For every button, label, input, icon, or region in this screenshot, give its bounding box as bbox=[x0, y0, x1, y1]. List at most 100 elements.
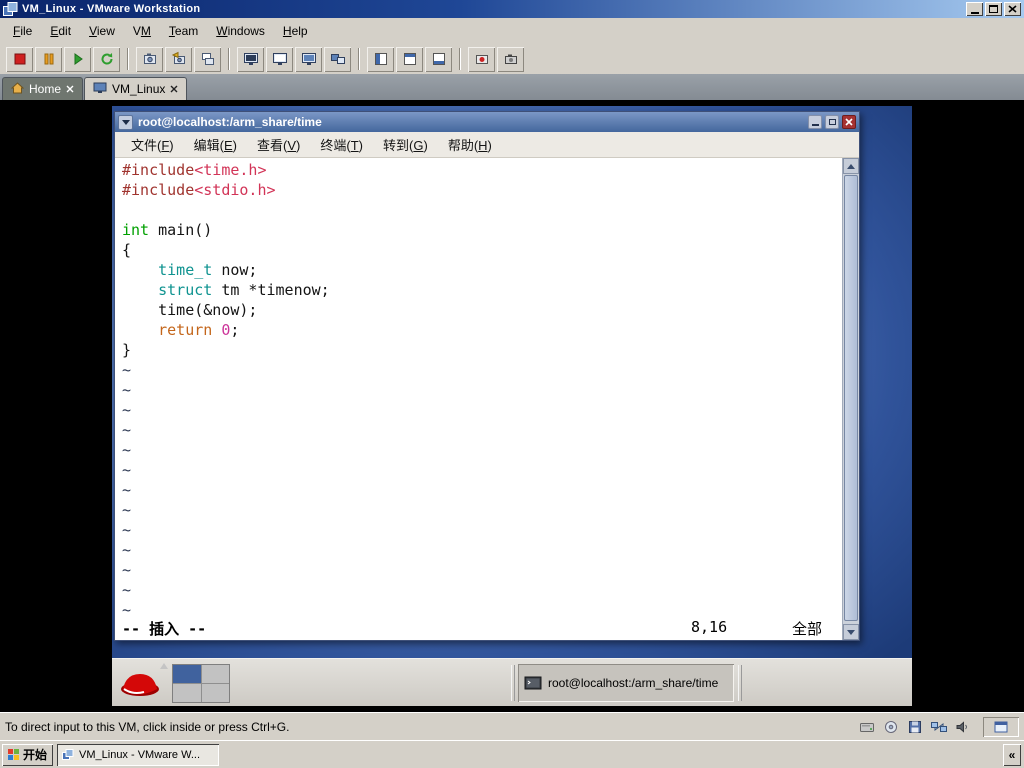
show-sidebar-icon bbox=[374, 53, 387, 65]
menu-help[interactable]: Help bbox=[274, 19, 317, 43]
show-sidebar-button[interactable] bbox=[367, 46, 394, 72]
close-icon bbox=[1008, 5, 1017, 13]
terminal-body: #include<time.h> #include<stdio.h> int ma… bbox=[115, 158, 859, 640]
window-list-label: root@localhost:/arm_share/time bbox=[548, 676, 719, 690]
snapshot-button[interactable] bbox=[136, 46, 163, 72]
hard-disk-icon[interactable] bbox=[857, 718, 877, 736]
tab-vm-linux[interactable]: VM_Linux bbox=[84, 77, 188, 100]
vim-status-line: -- 插入 -- 8,16 全部 bbox=[115, 616, 842, 640]
vm-desktop[interactable]: root@localhost:/arm_share/time 文件(F) 编辑(E… bbox=[112, 106, 912, 658]
terminal-close-button[interactable] bbox=[842, 115, 856, 129]
tab-bar: Home VM_Linux bbox=[0, 74, 1024, 100]
terminal-titlebar[interactable]: root@localhost:/arm_share/time bbox=[115, 112, 859, 132]
menu-vm[interactable]: VM bbox=[124, 19, 160, 43]
terminal-window: root@localhost:/arm_share/time 文件(F) 编辑(E… bbox=[114, 111, 860, 641]
tilde-line: ~ bbox=[122, 381, 132, 399]
code-line: #include<time.h> bbox=[122, 161, 267, 179]
terminal-scrollbar[interactable] bbox=[842, 158, 859, 640]
menu-help[interactable]: 帮助(H) bbox=[438, 132, 502, 157]
terminal-menubar: 文件(F) 编辑(E) 查看(V) 终端(T) 转到(G) 帮助(H) bbox=[115, 132, 859, 158]
suspend-icon bbox=[44, 53, 53, 65]
window-list-button[interactable]: root@localhost:/arm_share/time bbox=[518, 664, 734, 702]
arrow-down-icon bbox=[847, 629, 855, 635]
restore-button[interactable] bbox=[985, 2, 1002, 16]
vmware-tools-icon bbox=[994, 721, 1008, 732]
code-line: } bbox=[122, 341, 132, 359]
windows-logo-icon bbox=[8, 749, 19, 760]
window-title: VM_Linux - VMware Workstation bbox=[22, 3, 201, 15]
capture-screen-button[interactable] bbox=[497, 46, 524, 72]
vmware-status-bar: To direct input to this VM, click inside… bbox=[0, 712, 1024, 740]
tab-home[interactable]: Home bbox=[2, 77, 84, 100]
menu-terminal[interactable]: 终端(T) bbox=[310, 132, 373, 157]
full-screen-button[interactable] bbox=[295, 46, 322, 72]
workspace-4[interactable] bbox=[201, 684, 229, 702]
console-view-button[interactable] bbox=[237, 46, 264, 72]
snapshot-manager-button[interactable] bbox=[194, 46, 221, 72]
quick-switch-button[interactable] bbox=[324, 46, 351, 72]
floppy-icon[interactable] bbox=[905, 718, 925, 736]
show-status-bar-button[interactable] bbox=[425, 46, 452, 72]
scroll-up-button[interactable] bbox=[843, 158, 859, 174]
sound-adapter-icon[interactable] bbox=[953, 718, 973, 736]
start-button[interactable]: 开始 bbox=[2, 743, 54, 766]
tab-close-icon[interactable] bbox=[170, 85, 178, 93]
menu-view[interactable]: 查看(V) bbox=[247, 132, 310, 157]
vmware-task-icon bbox=[62, 748, 74, 760]
revert-snapshot-button[interactable] bbox=[165, 46, 192, 72]
workspace-3[interactable] bbox=[173, 684, 201, 702]
tilde-line: ~ bbox=[122, 601, 132, 616]
show-tabs-icon bbox=[403, 53, 416, 65]
menu-arrow-icon bbox=[160, 663, 168, 669]
menu-team[interactable]: Team bbox=[160, 19, 207, 43]
full-screen-icon bbox=[301, 53, 316, 65]
code-line: { bbox=[122, 241, 132, 259]
revert-snapshot-icon bbox=[171, 51, 185, 64]
suspend-button[interactable] bbox=[35, 46, 62, 72]
reset-button[interactable] bbox=[93, 46, 120, 72]
main-menu-button[interactable] bbox=[117, 661, 163, 705]
show-tabs-button[interactable] bbox=[396, 46, 423, 72]
network-adapter-icon[interactable] bbox=[929, 718, 949, 736]
code-line: #include<stdio.h> bbox=[122, 181, 276, 199]
menu-windows[interactable]: Windows bbox=[207, 19, 274, 43]
power-on-button[interactable] bbox=[64, 46, 91, 72]
terminal-maximize-button[interactable] bbox=[825, 115, 839, 129]
menu-edit[interactable]: 编辑(E) bbox=[184, 132, 247, 157]
menu-file[interactable]: 文件(F) bbox=[121, 132, 184, 157]
capture-movie-button[interactable] bbox=[468, 46, 495, 72]
home-icon bbox=[10, 81, 25, 97]
menu-view[interactable]: View bbox=[80, 19, 124, 43]
scroll-down-button[interactable] bbox=[843, 624, 859, 640]
close-button[interactable] bbox=[1004, 2, 1021, 16]
vm-screen[interactable]: root@localhost:/arm_share/time 文件(F) 编辑(E… bbox=[112, 106, 912, 706]
panel-handle[interactable] bbox=[511, 665, 515, 701]
toolbar-separator bbox=[127, 48, 129, 70]
scrollbar-thumb[interactable] bbox=[844, 175, 858, 621]
terminal-title: root@localhost:/arm_share/time bbox=[138, 115, 322, 129]
taskbar-task-button[interactable]: VM_Linux - VMware W... bbox=[57, 743, 220, 766]
tilde-line: ~ bbox=[122, 401, 132, 419]
workspace-2[interactable] bbox=[201, 665, 229, 683]
minimize-button[interactable] bbox=[966, 2, 983, 16]
tray-overflow-button[interactable]: « bbox=[1003, 743, 1021, 766]
cd-rom-icon[interactable] bbox=[881, 718, 901, 736]
toolbar-separator bbox=[228, 48, 230, 70]
workspace-1[interactable] bbox=[173, 665, 201, 683]
code-line: int main() bbox=[122, 221, 213, 239]
vm-display-area[interactable]: root@localhost:/arm_share/time 文件(F) 编辑(E… bbox=[0, 100, 1024, 712]
vmware-tools-panel[interactable] bbox=[983, 717, 1019, 737]
terminal-minimize-button[interactable] bbox=[808, 115, 822, 129]
menu-file[interactable]: File bbox=[4, 19, 41, 43]
tab-label: VM_Linux bbox=[112, 82, 166, 96]
power-off-button[interactable] bbox=[6, 46, 33, 72]
snapshot-manager-icon bbox=[201, 53, 214, 65]
console-view-icon bbox=[243, 53, 258, 65]
panel-handle[interactable] bbox=[738, 665, 742, 701]
menu-edit[interactable]: Edit bbox=[41, 19, 80, 43]
summary-view-button[interactable] bbox=[266, 46, 293, 72]
menu-go[interactable]: 转到(G) bbox=[373, 132, 438, 157]
window-menu-button[interactable] bbox=[118, 114, 133, 130]
terminal-code[interactable]: #include<time.h> #include<stdio.h> int ma… bbox=[115, 158, 842, 616]
tab-close-icon[interactable] bbox=[66, 85, 74, 93]
